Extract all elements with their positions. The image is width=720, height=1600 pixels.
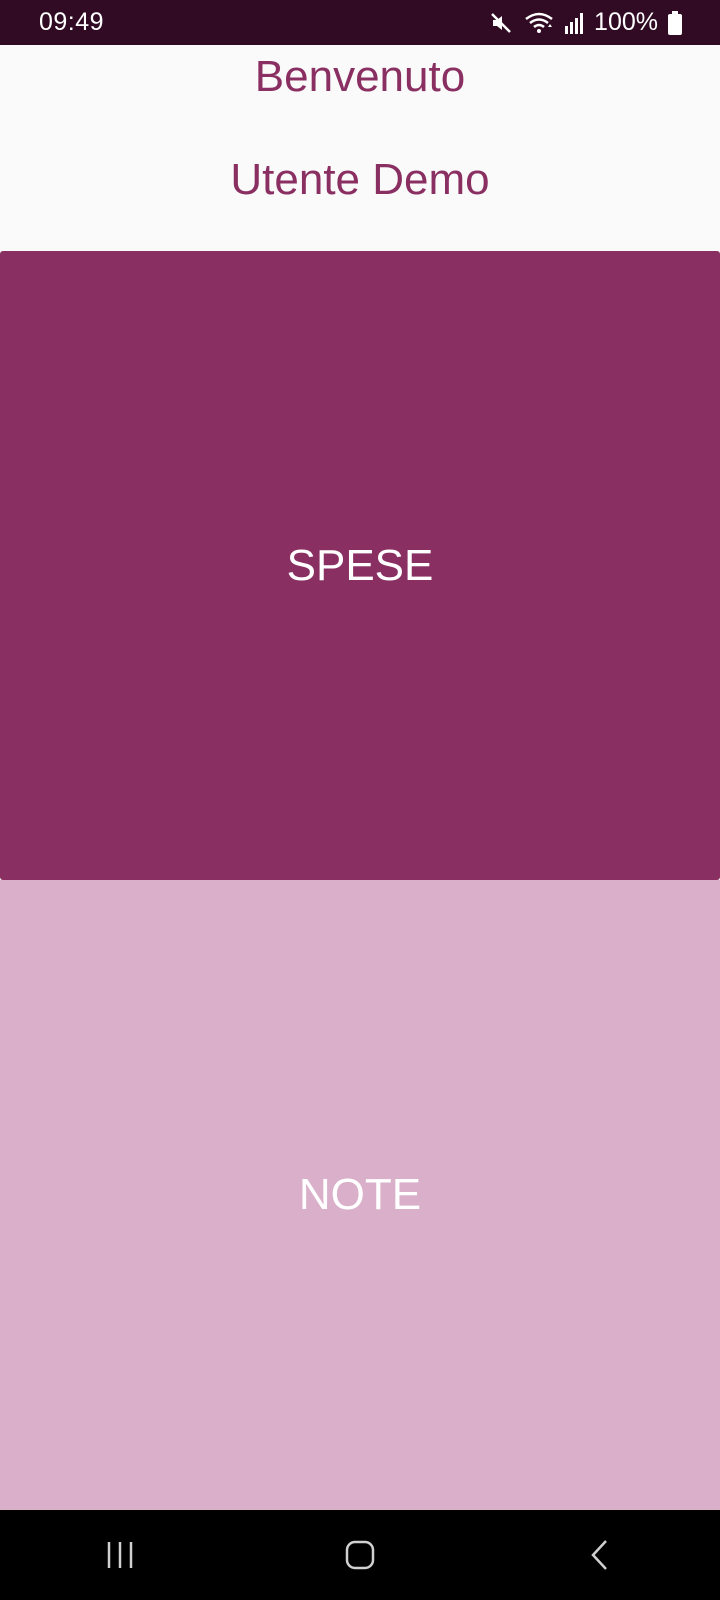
welcome-text: Benvenuto — [254, 52, 466, 101]
header: Benvenuto Utente Demo — [0, 45, 720, 251]
battery-icon — [668, 10, 682, 35]
status-bar: 09:49 100% — [0, 0, 720, 45]
navigation-bar — [0, 1510, 720, 1600]
recent-apps-button[interactable] — [80, 1525, 160, 1585]
note-button[interactable]: NOTE — [0, 880, 720, 1510]
status-icons: 100% — [490, 8, 682, 37]
battery-percent: 100% — [594, 8, 658, 36]
wifi-icon — [524, 11, 554, 35]
home-button[interactable] — [320, 1525, 400, 1585]
spese-label: SPESE — [286, 540, 434, 590]
signal-icon — [564, 12, 584, 34]
back-button[interactable] — [560, 1525, 640, 1585]
status-time: 09:49 — [39, 8, 105, 36]
back-icon — [591, 1540, 607, 1570]
mute-icon — [490, 11, 514, 35]
note-label: NOTE — [298, 1170, 422, 1219]
recent-apps-icon — [107, 1542, 133, 1568]
spese-button[interactable]: SPESE — [0, 251, 720, 880]
user-name: Utente Demo — [230, 155, 490, 204]
home-icon — [345, 1540, 375, 1570]
